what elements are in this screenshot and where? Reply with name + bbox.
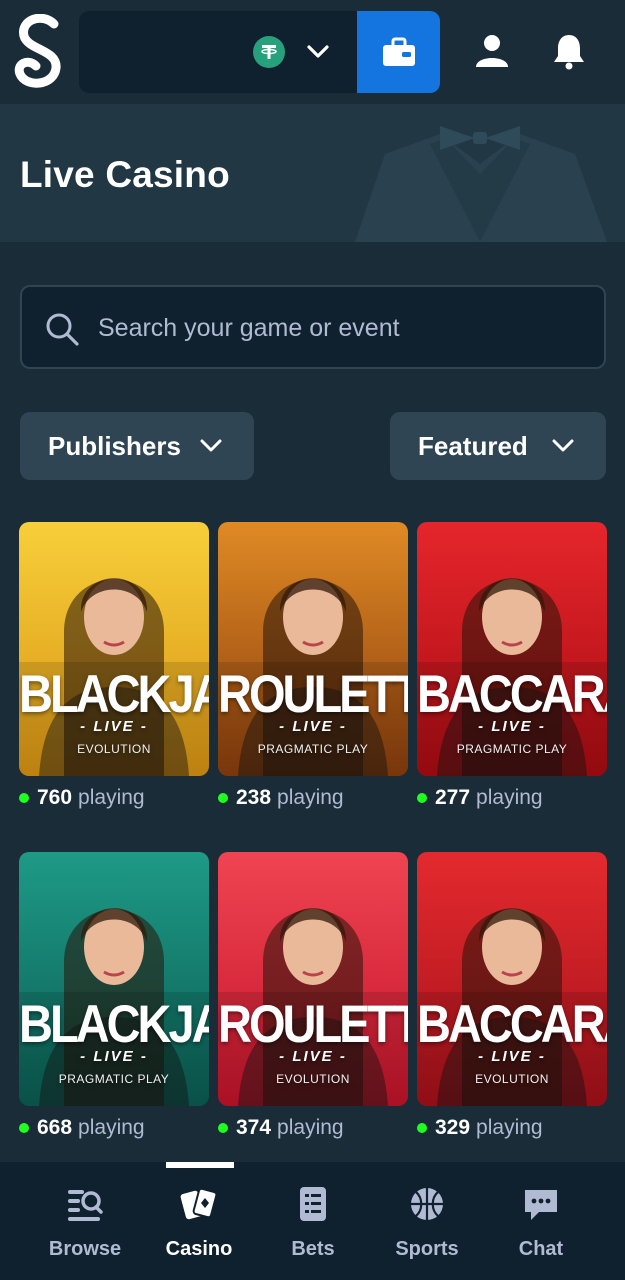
chevron-down-icon [307, 45, 329, 58]
player-count-label: playing [476, 786, 543, 809]
wallet-icon [382, 37, 415, 66]
search-bar[interactable] [20, 285, 606, 369]
game-title: BLACKJACK [19, 663, 209, 724]
wallet-button[interactable] [357, 11, 440, 93]
player-count-label: playing [277, 786, 344, 809]
online-dot-icon [19, 793, 29, 803]
online-dot-icon [218, 1123, 228, 1133]
search-icon [46, 313, 79, 346]
player-count-value: 238 [236, 786, 272, 809]
game-card[interactable]: ROULETTE- LIVE - EVOLUTION [218, 852, 408, 1106]
nav-bets[interactable]: Bets [253, 1180, 373, 1270]
top-bar [0, 0, 625, 104]
casino-cards-icon [180, 1187, 218, 1220]
chat-icon [525, 1190, 557, 1220]
active-tab-indicator [166, 1162, 234, 1168]
players-count: 329 playing [417, 1115, 543, 1141]
online-dot-icon [417, 1123, 427, 1133]
nav-chat[interactable]: Chat [481, 1180, 601, 1270]
players-count: 668 playing [19, 1115, 145, 1141]
game-card[interactable]: BLACKJACK- LIVE - PRAGMATIC PLAY [19, 852, 209, 1106]
game-card[interactable]: BACCARAT- LIVE - PRAGMATIC PLAY [417, 522, 607, 776]
page-title: Live Casino [20, 154, 230, 195]
live-tag: - LIVE - [478, 718, 546, 735]
nav-sports[interactable]: Sports [367, 1180, 487, 1270]
game-card[interactable]: BACCARAT- LIVE - EVOLUTION [417, 852, 607, 1106]
nav-browse[interactable]: Browse [25, 1180, 145, 1270]
chevron-down-icon [552, 439, 574, 452]
game-title: BACCARAT [417, 663, 607, 724]
live-tag: - LIVE - [80, 718, 148, 735]
player-count-label: playing [277, 1116, 344, 1139]
game-title: ROULETTE [218, 993, 408, 1054]
basketball-icon [411, 1188, 443, 1220]
game-card[interactable]: BLACKJACK- LIVE - EVOLUTION [19, 522, 209, 776]
search-input[interactable] [98, 309, 578, 347]
sort-dropdown[interactable]: Featured [390, 412, 606, 480]
player-count-label: playing [78, 1116, 145, 1139]
player-count-value: 329 [435, 1116, 471, 1139]
game-provider: EVOLUTION [475, 1072, 549, 1086]
live-tag: - LIVE - [279, 718, 347, 735]
hero-banner: Live Casino [0, 104, 625, 242]
wallet-balance-selector[interactable] [79, 11, 357, 93]
dealer-portrait [218, 578, 408, 776]
players-count: 760 playing [19, 785, 145, 811]
bets-slip-icon [300, 1187, 326, 1221]
online-dot-icon [19, 1123, 29, 1133]
dealer-portrait [19, 578, 209, 776]
game-title: ROULETTE [218, 663, 408, 724]
nav-label-bets: Bets [291, 1238, 335, 1260]
bottom-navigation: Browse Casino Bets Sports Chat [0, 1162, 625, 1280]
user-icon[interactable] [473, 32, 511, 70]
nav-casino[interactable]: Casino [139, 1180, 259, 1270]
online-dot-icon [218, 793, 228, 803]
tether-usdt-icon [253, 36, 285, 68]
browse-icon [68, 1190, 103, 1221]
dealer-portrait [417, 908, 607, 1106]
player-count-label: playing [476, 1116, 543, 1139]
game-title: BACCARAT [417, 993, 607, 1054]
live-tag: - LIVE - [279, 1048, 347, 1065]
live-tag: - LIVE - [478, 1048, 546, 1065]
chevron-down-icon [200, 439, 222, 452]
game-title: BLACKJACK [19, 993, 209, 1054]
nav-label-casino: Casino [165, 1238, 233, 1260]
bell-icon[interactable] [550, 32, 588, 70]
dealer-portrait [417, 578, 607, 776]
game-provider: EVOLUTION [77, 742, 151, 756]
online-dot-icon [417, 793, 427, 803]
publishers-dropdown[interactable]: Publishers [20, 412, 254, 480]
player-count-value: 277 [435, 786, 471, 809]
player-count-label: playing [78, 786, 145, 809]
logo-icon[interactable] [14, 14, 66, 90]
game-provider: EVOLUTION [276, 1072, 350, 1086]
player-count-value: 668 [37, 1116, 73, 1139]
players-count: 374 playing [218, 1115, 344, 1141]
sort-label: Featured [418, 430, 528, 461]
nav-label-sports: Sports [395, 1238, 459, 1260]
player-count-value: 760 [37, 786, 73, 809]
nav-label-browse: Browse [48, 1238, 122, 1260]
game-provider: PRAGMATIC PLAY [456, 742, 568, 756]
game-card[interactable]: ROULETTE- LIVE - PRAGMATIC PLAY [218, 522, 408, 776]
players-count: 277 playing [417, 785, 543, 811]
live-tag: - LIVE - [80, 1048, 148, 1065]
player-count-value: 374 [236, 1116, 272, 1139]
game-provider: PRAGMATIC PLAY [257, 742, 369, 756]
dealer-portrait [218, 908, 408, 1106]
publishers-label: Publishers [48, 430, 181, 461]
dealer-illustration [355, 126, 607, 242]
players-count: 238 playing [218, 785, 344, 811]
nav-label-chat: Chat [518, 1238, 564, 1260]
game-provider: PRAGMATIC PLAY [58, 1072, 170, 1086]
dealer-portrait [19, 908, 209, 1106]
